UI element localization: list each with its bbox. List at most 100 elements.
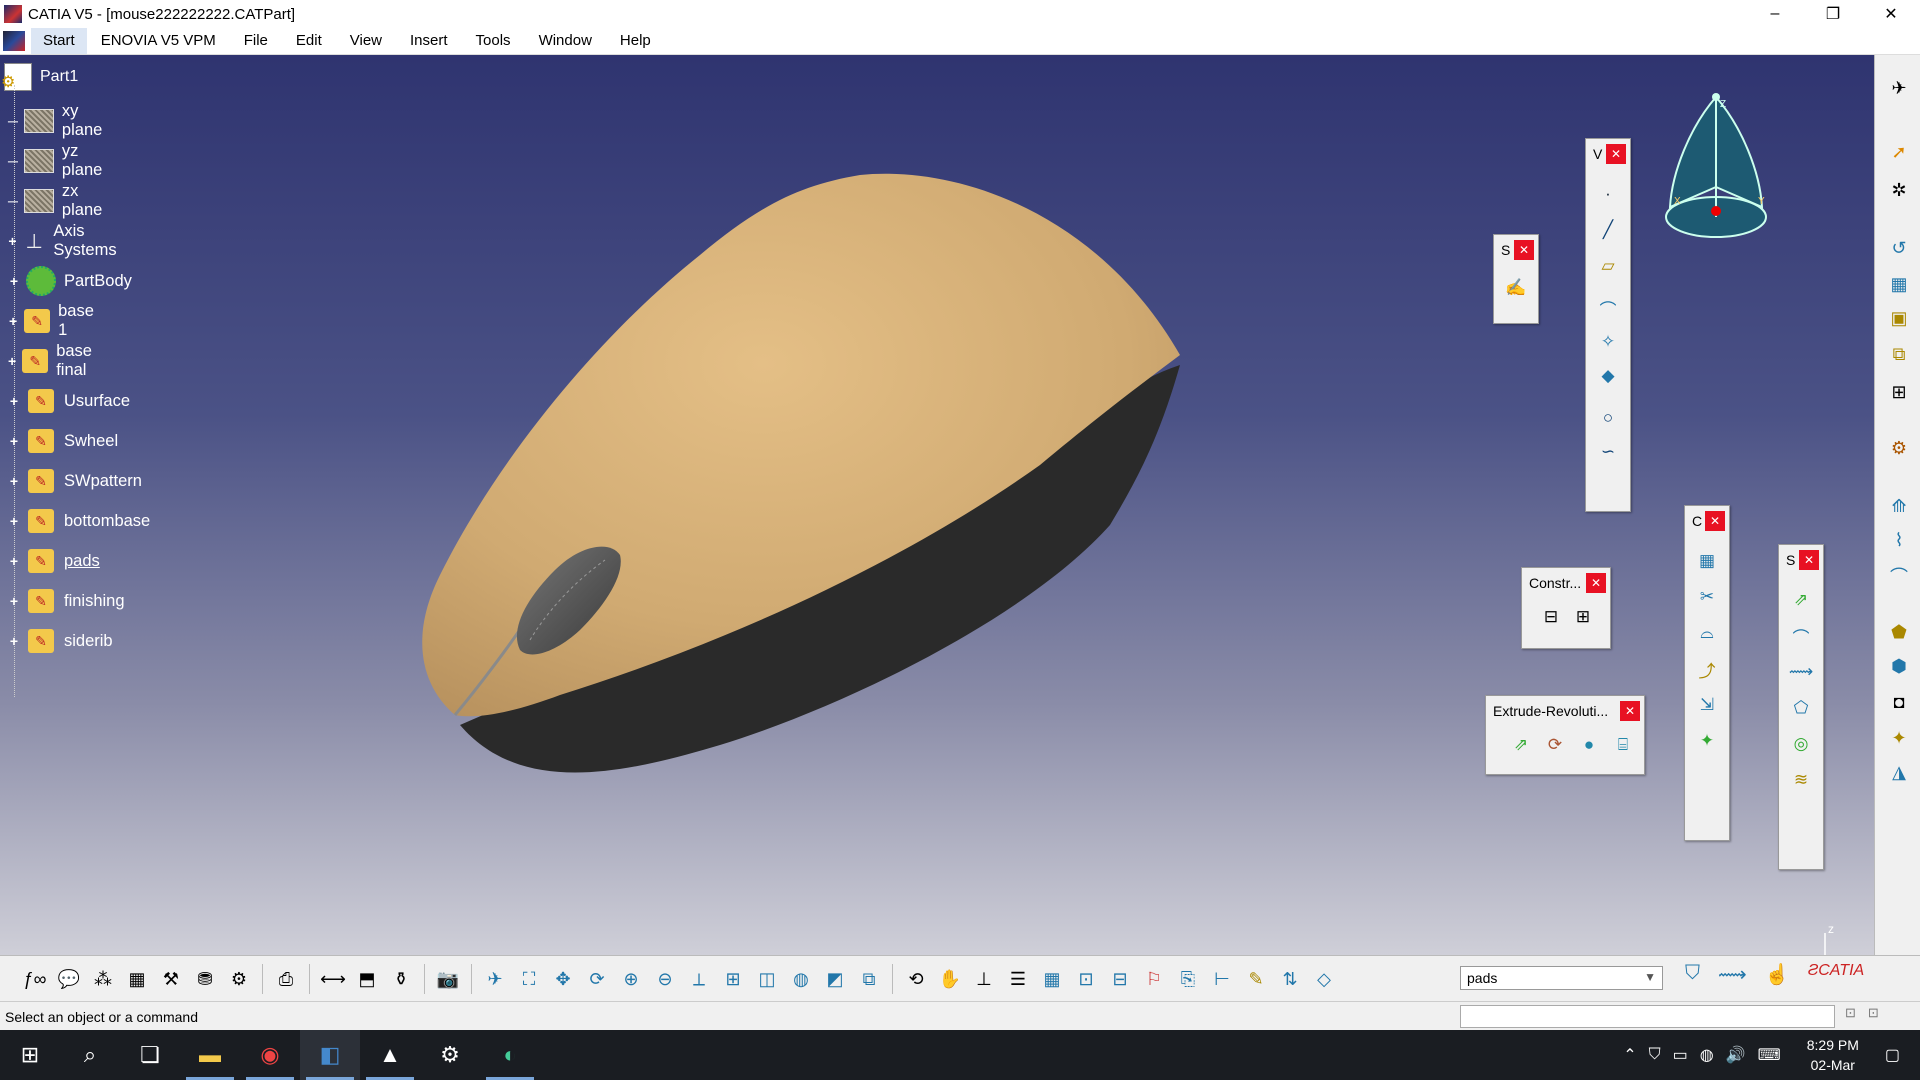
comment-icon[interactable]: 💬 (54, 964, 84, 994)
hide-show-icon[interactable]: ◩ (820, 964, 850, 994)
normal-view-icon[interactable]: ⟂ (684, 964, 714, 994)
edge-icon[interactable]: ◐ (480, 1030, 540, 1080)
tree-root[interactable]: ⚙ Part1 (1, 63, 78, 91)
formula-icon[interactable]: ↺ (1886, 235, 1912, 261)
fly-mode-icon[interactable]: ✈ (480, 964, 510, 994)
tree-node-base-1[interactable]: + ✎ base 1 (8, 302, 100, 339)
capture-icon[interactable]: 📷 (433, 964, 463, 994)
select-icon[interactable]: ➚ (1886, 139, 1912, 165)
print-icon[interactable]: ⎙ (271, 964, 301, 994)
tree-node-finishing[interactable]: + ✎ finishing (8, 586, 125, 616)
tree-node-zx-plane[interactable]: ─ zx plane (8, 182, 104, 219)
expand-plus-icon[interactable]: + (8, 434, 20, 448)
line-button[interactable]: ╱ (1595, 217, 1621, 243)
instantiate-icon[interactable]: ⚐ (1139, 964, 1169, 994)
menu-tools[interactable]: Tools (462, 28, 525, 54)
search-icon[interactable]: ⌕ (60, 1030, 120, 1080)
menu-window[interactable]: Window (525, 28, 606, 54)
curve-tools-icon[interactable]: ⟿ (1718, 962, 1747, 987)
menu-enovia[interactable]: ENOVIA V5 VPM (87, 28, 230, 54)
plane-button[interactable]: ▱ (1595, 253, 1621, 279)
tree-node-swheel[interactable]: + ✎ Swheel (8, 426, 118, 456)
zoom-in-icon[interactable]: ⊕ (616, 964, 646, 994)
expand-plus-icon[interactable]: + (8, 514, 20, 528)
catia-taskbar-icon[interactable]: ◧ (300, 1030, 360, 1080)
join-button[interactable]: ▦ (1694, 548, 1720, 574)
expand-plus-icon[interactable]: + (8, 474, 20, 488)
duplicate-icon[interactable]: ⎘ (1173, 964, 1203, 994)
formula-fx-icon[interactable]: ƒ∞ (20, 964, 50, 994)
restore-button[interactable]: ❐ (1804, 0, 1862, 28)
expand-plus-icon[interactable]: + (8, 314, 18, 328)
rotate-icon[interactable]: ⟳ (582, 964, 612, 994)
tree-node-base-final[interactable]: + ✎ base final (8, 342, 100, 379)
reaction-icon[interactable]: ⚙ (224, 964, 254, 994)
constraint-dialog-button[interactable]: ⊞ (1570, 604, 1596, 630)
close-icon[interactable]: ✕ (1705, 511, 1725, 531)
check-icon[interactable]: ⛃ (190, 964, 220, 994)
chevron-up-icon[interactable]: ⌃ (1623, 1045, 1636, 1065)
menu-start[interactable]: Start (31, 28, 87, 54)
power-input-icon[interactable]: ⊡ (1868, 1005, 1879, 1021)
menu-file[interactable]: File (230, 28, 282, 54)
point-button[interactable]: · (1595, 181, 1621, 207)
table-icon[interactable]: ▦ (122, 964, 152, 994)
offset-button[interactable]: ⌒ (1788, 623, 1814, 649)
define-in-work-object-icon[interactable]: ◇ (1309, 964, 1339, 994)
catia-logo-icon[interactable] (3, 31, 25, 51)
snap-point-icon[interactable]: ⊡ (1071, 964, 1101, 994)
tree-icon[interactable]: ⊢ (1207, 964, 1237, 994)
fit-all-icon[interactable]: ⛶ (514, 964, 544, 994)
geometrical-set-icon[interactable]: ⧉ (1886, 341, 1912, 367)
swap-space-icon[interactable]: ⧉ (854, 964, 884, 994)
expand-plus-icon[interactable]: + (8, 394, 20, 408)
circle-button[interactable]: ○ (1595, 405, 1621, 431)
tree-node-axis-systems[interactable]: + ⊥ Axis Systems (8, 222, 127, 259)
shading-icon[interactable]: ◍ (786, 964, 816, 994)
measure-inertia-icon[interactable]: ⚱ (386, 964, 416, 994)
tree-node-bottombase[interactable]: + ✎ bottombase (8, 506, 150, 536)
cylinder-button[interactable]: ⌸ (1610, 732, 1636, 758)
spline-button[interactable]: ∽ (1595, 439, 1621, 465)
zoom-out-icon[interactable]: ⊖ (650, 964, 680, 994)
extract-button[interactable]: ⤴ (1694, 656, 1720, 682)
sphere-button[interactable]: ● (1576, 732, 1602, 758)
law-icon[interactable]: ⚙ (1886, 435, 1912, 461)
defender-icon[interactable]: ⛉ (1649, 1046, 1661, 1064)
pan-icon[interactable]: ✥ (548, 964, 578, 994)
intersection-button[interactable]: ✧ (1595, 329, 1621, 355)
hand-icon[interactable]: ✋ (935, 964, 965, 994)
fill-button[interactable]: ⬠ (1788, 695, 1814, 721)
iso-view-icon[interactable]: ◫ (752, 964, 782, 994)
work-on-support-icon[interactable]: ☰ (1003, 964, 1033, 994)
menu-insert[interactable]: Insert (396, 28, 462, 54)
tree-node-swpattern[interactable]: + ✎ SWpattern (8, 466, 142, 496)
parallel-curve-button[interactable]: ◆ (1595, 363, 1621, 389)
repeat-icon[interactable]: ⊟ (1105, 964, 1135, 994)
multi-view-icon[interactable]: ⊞ (718, 964, 748, 994)
tree-node-yz-plane[interactable]: ─ yz plane (8, 142, 104, 179)
close-icon[interactable]: ✕ (1799, 550, 1819, 570)
close-icon[interactable]: ✕ (1620, 701, 1640, 721)
current-set-select[interactable]: pads ▼ (1460, 966, 1663, 990)
chrome-icon[interactable]: ◉ (240, 1030, 300, 1080)
connect-checker-icon[interactable]: ◮ (1886, 759, 1912, 785)
compass-widget[interactable]: Z X Y (1650, 77, 1790, 247)
tree-node-usurface[interactable]: + ✎ Usurface (8, 386, 130, 416)
close-button[interactable]: ✕ (1862, 0, 1920, 28)
stop-command-icon[interactable]: ⊡ (1845, 1005, 1856, 1021)
curvature-icon[interactable]: ✦ (1886, 725, 1912, 751)
draft-analysis-icon[interactable]: ⬢ (1886, 653, 1912, 679)
ordered-set-icon[interactable]: ⊞ (1886, 379, 1912, 405)
catalog-icon[interactable]: ▣ (1886, 305, 1912, 331)
connect-icon[interactable]: ⌒ (1886, 563, 1912, 589)
knowledge-icon[interactable]: ⁂ (88, 964, 118, 994)
project-icon[interactable]: ⟰ (1886, 493, 1912, 519)
taskbar-clock[interactable]: 8:29 PM 02-Mar (1801, 1035, 1865, 1075)
measure-icon[interactable]: ◘ (1886, 689, 1912, 715)
minimize-button[interactable]: – (1746, 0, 1804, 28)
menu-edit[interactable]: Edit (282, 28, 336, 54)
keyboard-icon[interactable]: ⌨ (1758, 1045, 1781, 1065)
extrude-button[interactable]: ⇗ (1508, 732, 1534, 758)
notifications-icon[interactable]: ▢ (1885, 1045, 1900, 1065)
